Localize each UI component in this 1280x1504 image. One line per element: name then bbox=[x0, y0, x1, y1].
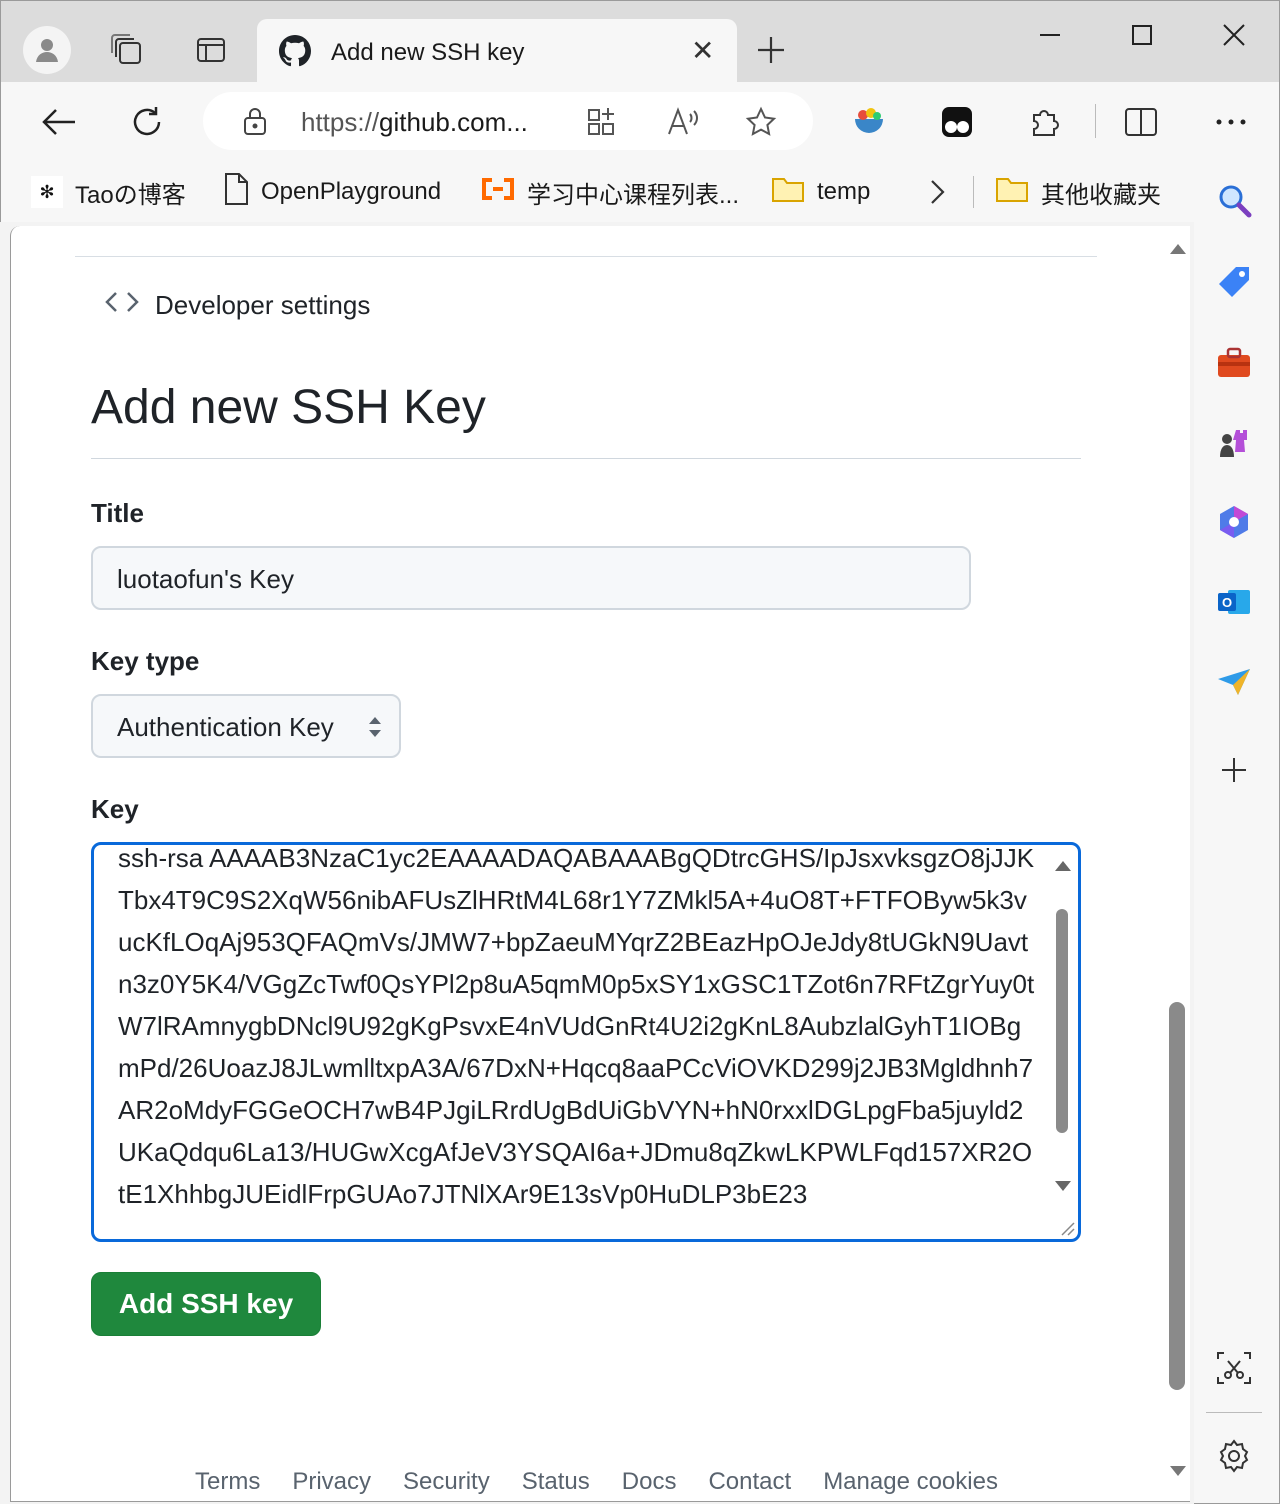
extension-bowl-icon[interactable] bbox=[845, 98, 893, 146]
section-divider bbox=[75, 256, 1097, 257]
close-window-icon[interactable] bbox=[1211, 15, 1257, 55]
title-input[interactable]: luotaofun's Key bbox=[91, 546, 971, 610]
bookmarks-overflow-chevron-icon[interactable] bbox=[927, 172, 947, 212]
folder-icon bbox=[771, 175, 805, 210]
bookmark-label: OpenPlayground bbox=[261, 178, 442, 205]
extensions-puzzle-icon[interactable] bbox=[1021, 98, 1069, 146]
screenshot-icon[interactable] bbox=[1210, 1344, 1258, 1392]
footer-link-status[interactable]: Status bbox=[522, 1468, 590, 1496]
code-brackets-icon bbox=[105, 290, 139, 321]
outlook-icon[interactable]: O bbox=[1210, 578, 1258, 626]
bookmark-label: Taoの博客 bbox=[75, 181, 186, 209]
footer-link-security[interactable]: Security bbox=[403, 1468, 490, 1496]
breadcrumb-developer-settings[interactable]: Developer settings bbox=[105, 290, 370, 321]
browser-toolbar: https://github.com... bbox=[0, 82, 1280, 162]
select-arrows-icon bbox=[367, 714, 383, 740]
new-tab-icon[interactable] bbox=[747, 25, 795, 75]
bookmark-openplayground[interactable]: OpenPlayground bbox=[223, 172, 441, 212]
add-sidebar-app-icon[interactable] bbox=[1210, 746, 1258, 794]
address-bar[interactable]: https://github.com... bbox=[203, 92, 813, 150]
key-textarea[interactable]: ssh-rsa AAAAB3NzaC1yc2EAAAADAQABAAABgQDt… bbox=[91, 842, 1081, 1242]
page-title: Add new SSH Key bbox=[91, 381, 486, 434]
breadcrumb-label: Developer settings bbox=[155, 290, 371, 320]
bookmark-learning-center[interactable]: 学习中心课程列表... bbox=[481, 172, 739, 212]
read-aloud-icon[interactable] bbox=[667, 106, 701, 141]
key-textarea-content: ssh-rsa AAAAB3NzaC1yc2EAAAADAQABAAABgQDt… bbox=[118, 843, 1035, 1209]
edge-sidebar: O bbox=[1194, 162, 1280, 1504]
title-label: Title bbox=[91, 498, 144, 528]
page-scroll-down-icon[interactable] bbox=[1169, 1464, 1187, 1478]
bookmarks-divider bbox=[973, 176, 974, 208]
bookmarks-bar: ✻ Taoの博客 OpenPlayground 学习中心课程列表... temp… bbox=[0, 162, 1194, 222]
bookmark-tao-blog[interactable]: ✻ Taoの博客 bbox=[31, 172, 186, 212]
profile-avatar-icon[interactable] bbox=[23, 26, 71, 74]
key-label: Key bbox=[91, 794, 139, 824]
scroll-up-icon[interactable] bbox=[1054, 859, 1072, 873]
resize-handle-icon[interactable] bbox=[1058, 1219, 1076, 1237]
footer-link-manage-cookies[interactable]: Manage cookies bbox=[823, 1468, 998, 1496]
more-menu-icon[interactable] bbox=[1207, 98, 1255, 146]
games-chess-icon[interactable] bbox=[1210, 418, 1258, 466]
tab-close-icon[interactable]: ✕ bbox=[691, 37, 714, 65]
title-divider bbox=[91, 458, 1081, 459]
maximize-icon[interactable] bbox=[1119, 15, 1165, 55]
scroll-down-icon[interactable] bbox=[1054, 1179, 1072, 1193]
textarea-scrollbar[interactable] bbox=[1050, 845, 1074, 1239]
minimize-icon[interactable] bbox=[1027, 15, 1073, 55]
key-type-label: Key type bbox=[91, 646, 200, 676]
page-scroll-thumb[interactable] bbox=[1169, 1002, 1185, 1390]
send-paper-plane-icon[interactable] bbox=[1210, 658, 1258, 706]
footer-link-contact[interactable]: Contact bbox=[708, 1468, 791, 1496]
add-ssh-key-button[interactable]: Add SSH key bbox=[91, 1272, 321, 1336]
toolbar-divider bbox=[1095, 104, 1096, 138]
app-available-icon[interactable] bbox=[587, 106, 619, 141]
tab-title: Add new SSH key bbox=[331, 39, 525, 66]
page-content: Developer settings Add new SSH Key Title… bbox=[10, 226, 1190, 1502]
favorite-star-icon[interactable] bbox=[745, 106, 777, 143]
tools-briefcase-icon[interactable] bbox=[1210, 338, 1258, 386]
footer-links: Terms Privacy Security Status Docs Conta… bbox=[195, 1468, 998, 1496]
lock-icon[interactable] bbox=[241, 106, 269, 141]
butterfly-icon: ✻ bbox=[31, 176, 63, 208]
search-icon[interactable] bbox=[1210, 176, 1258, 224]
microsoft-365-icon[interactable] bbox=[1210, 498, 1258, 546]
settings-gear-icon[interactable] bbox=[1210, 1432, 1258, 1480]
footer-link-privacy[interactable]: Privacy bbox=[292, 1468, 371, 1496]
shopping-tag-icon[interactable] bbox=[1210, 258, 1258, 306]
bookmark-label: 其他收藏夹 bbox=[1041, 181, 1161, 209]
workspaces-icon[interactable] bbox=[103, 25, 151, 75]
split-screen-icon[interactable] bbox=[1117, 98, 1165, 146]
github-icon bbox=[279, 35, 311, 72]
tab-add-ssh-key[interactable]: Add new SSH key ✕ bbox=[257, 19, 737, 83]
page-scrollbar[interactable] bbox=[1165, 226, 1190, 1501]
refresh-icon[interactable] bbox=[123, 98, 171, 146]
bookmark-folder-temp[interactable]: temp bbox=[771, 172, 870, 212]
back-icon[interactable] bbox=[35, 98, 83, 146]
bookmark-other-favorites[interactable]: 其他收藏夹 bbox=[995, 172, 1161, 212]
folder-icon bbox=[995, 175, 1029, 210]
page-scroll-up-icon[interactable] bbox=[1169, 242, 1187, 256]
sidebar-divider bbox=[1206, 1412, 1262, 1413]
aliyun-icon bbox=[481, 177, 515, 208]
browser-tab-bar: Add new SSH key ✕ bbox=[0, 0, 1280, 83]
vertical-tabs-icon[interactable] bbox=[187, 25, 235, 75]
footer-link-terms[interactable]: Terms bbox=[195, 1468, 260, 1496]
key-type-value: Authentication Key bbox=[117, 712, 334, 742]
svg-text:O: O bbox=[1222, 595, 1232, 610]
tampermonkey-icon[interactable] bbox=[933, 98, 981, 146]
textarea-scroll-thumb[interactable] bbox=[1056, 909, 1068, 1133]
key-type-select[interactable]: Authentication Key bbox=[91, 694, 401, 758]
url-text[interactable]: https://github.com... bbox=[301, 107, 528, 138]
page-icon bbox=[223, 172, 249, 213]
bookmark-label: 学习中心课程列表... bbox=[527, 181, 740, 209]
footer-link-docs[interactable]: Docs bbox=[622, 1468, 677, 1496]
bookmark-label: temp bbox=[817, 178, 871, 205]
